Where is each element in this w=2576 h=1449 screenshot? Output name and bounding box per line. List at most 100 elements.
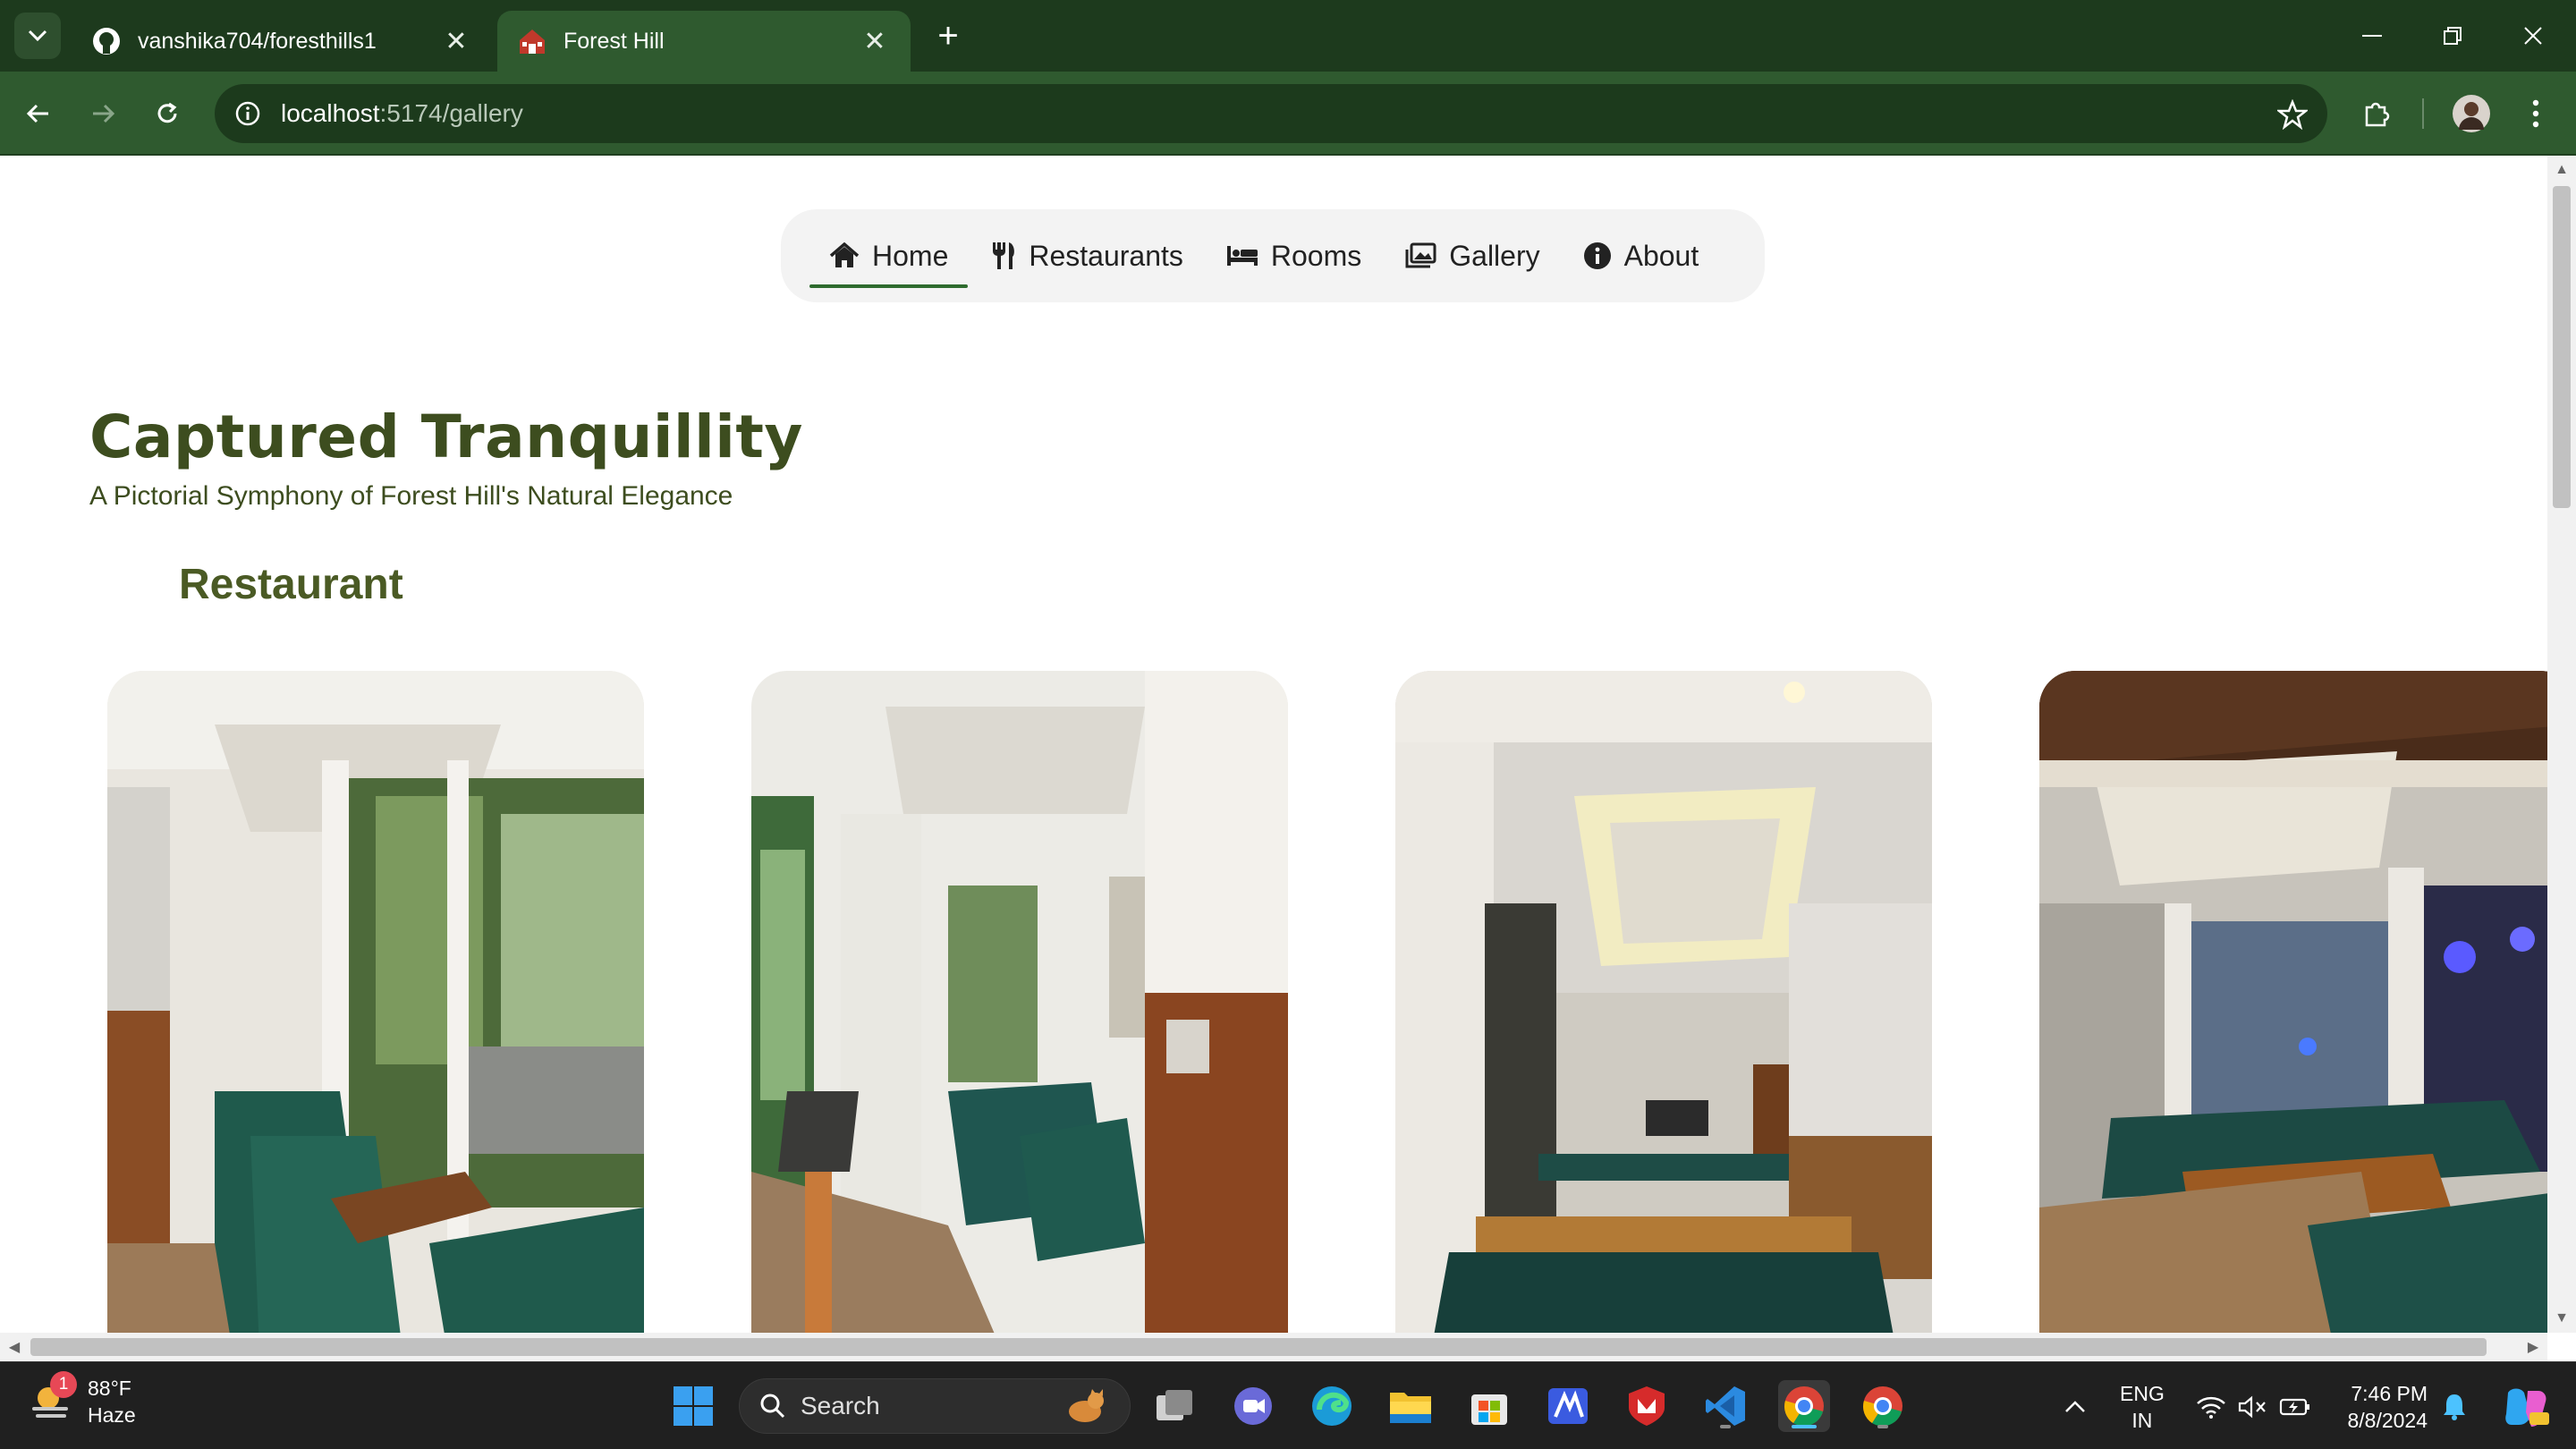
taskbar-clock[interactable]: 7:46 PM 8/8/2024 [2334,1380,2428,1434]
wifi-status[interactable] [2193,1391,2229,1423]
tab-search-button[interactable] [14,13,61,59]
minimize-button[interactable] [2343,9,2401,63]
chevron-up-icon [2065,1401,2085,1412]
avatar [2453,95,2490,132]
vertical-scroll-thumb[interactable] [2553,186,2571,508]
section-title: Restaurant [179,561,403,608]
chevron-down-icon [28,30,47,42]
gallery-photo[interactable] [107,671,644,1333]
nav-home[interactable]: Home [809,224,969,288]
gallery-photo[interactable] [1395,671,1932,1333]
taskbar-app-file-explorer[interactable] [1385,1380,1436,1432]
browser-toolbar: localhost:5174/gallery [0,72,2576,156]
arrow-right-icon [93,104,115,123]
close-icon [2524,27,2542,45]
github-icon [91,26,122,56]
toolbar-divider [2422,98,2424,129]
site-info-icon[interactable] [234,100,261,127]
notifications-button[interactable] [2436,1391,2472,1423]
tab-close-icon[interactable]: ✕ [440,25,472,57]
region-code: IN [2131,1409,2153,1432]
store-icon [1471,1394,1507,1425]
profile-button[interactable] [2447,89,2496,138]
scroll-down-arrow[interactable]: ▼ [2547,1304,2576,1333]
scroll-up-arrow[interactable]: ▲ [2547,156,2576,184]
volume-status[interactable] [2234,1391,2270,1423]
close-window-button[interactable] [2504,9,2562,63]
show-hidden-icons-button[interactable] [2057,1391,2093,1423]
chrome-icon [1862,1386,1902,1427]
copilot-button[interactable] [2501,1384,2551,1430]
start-button[interactable] [667,1380,719,1432]
taskbar-app-chat[interactable] [1227,1380,1279,1432]
scroll-right-arrow[interactable]: ▶ [2519,1333,2547,1361]
running-indicator [1792,1425,1817,1428]
bed-icon [1226,246,1258,266]
back-button[interactable] [14,89,63,138]
new-tab-button[interactable]: + [927,14,970,57]
star-icon[interactable] [2277,99,2308,130]
taskbar-app-chrome[interactable] [1857,1380,1909,1432]
scroll-left-arrow[interactable]: ◀ [0,1333,29,1361]
shield-icon [1629,1386,1665,1426]
browser-menu-button[interactable] [2512,89,2560,138]
puzzle-icon [2365,102,2390,127]
weather-condition: Haze [88,1403,136,1427]
taskbar-app-vscode[interactable] [1699,1380,1751,1432]
extensions-button[interactable] [2352,89,2401,138]
page-viewport: Home Restaurants Rooms Gallery About Cap… [0,156,2547,1333]
nav-about-label: About [1623,239,1699,272]
battery-status[interactable] [2277,1391,2313,1423]
utensils-icon [993,242,1015,269]
task-view-icon [1157,1390,1192,1420]
horizontal-scroll-thumb[interactable] [30,1338,2487,1356]
restore-button[interactable] [2424,9,2481,63]
input-language-indicator[interactable]: ENG IN [2120,1380,2165,1434]
app-logo-icon [1548,1388,1588,1424]
address-bar[interactable]: localhost:5174/gallery [215,84,2327,143]
taskbar-search[interactable]: Search [739,1378,1131,1434]
nav-rooms[interactable]: Rooms [1207,224,1381,288]
task-view-button[interactable] [1148,1380,1200,1432]
site-navigation: Home Restaurants Rooms Gallery About [781,209,1765,302]
gallery-photo[interactable] [2039,671,2547,1333]
horizontal-scrollbar[interactable]: ◀ ▶ [0,1333,2547,1361]
minimize-icon [2362,35,2382,37]
reload-button[interactable] [143,89,191,138]
folder-icon [1390,1393,1431,1423]
house-icon [517,26,547,56]
taskbar-app-mcafee[interactable] [1621,1380,1673,1432]
chat-icon [1234,1387,1272,1425]
running-indicator [1720,1425,1731,1428]
nav-gallery[interactable]: Gallery [1385,224,1559,288]
language-code: ENG [2120,1382,2165,1405]
more-vertical-icon [2532,99,2539,128]
chrome-icon [1784,1386,1824,1427]
taskbar-app-m365[interactable] [1542,1380,1594,1432]
browser-tab-forest-hill[interactable]: Forest Hill ✕ [497,11,911,72]
forward-button[interactable] [79,89,127,138]
tab-close-icon[interactable]: ✕ [859,25,891,57]
nav-gallery-label: Gallery [1449,239,1540,272]
taskbar: 1 88°F Haze Search ENG IN 7:46 PM 8/8/20… [0,1361,2576,1449]
browser-tab-bar: vanshika704/foresthills1 ✕ Forest Hill ✕… [0,0,2576,72]
clock-time: 7:46 PM [2351,1382,2428,1405]
page-title: Captured Tranquillity [89,402,803,471]
browser-tab-github[interactable]: vanshika704/foresthills1 ✕ [72,11,492,72]
nav-restaurants-label: Restaurants [1029,239,1183,272]
url-host: localhost [281,99,380,127]
taskbar-app-chrome-active[interactable] [1778,1380,1830,1432]
bell-icon [2444,1394,2465,1420]
weather-temp: 88°F [88,1377,131,1400]
nav-restaurants[interactable]: Restaurants [971,224,1203,288]
images-icon [1405,242,1436,268]
nav-about[interactable]: About [1563,224,1719,288]
cat-icon [1069,1389,1104,1422]
gallery-photo[interactable] [751,671,1288,1333]
vertical-scrollbar[interactable]: ▲ ▼ [2547,156,2576,1333]
clock-date: 8/8/2024 [2347,1409,2428,1432]
taskbar-app-store[interactable] [1463,1380,1515,1432]
running-indicator [1877,1425,1888,1428]
weather-widget[interactable]: 1 88°F Haze [27,1371,136,1428]
taskbar-app-edge[interactable] [1306,1380,1358,1432]
